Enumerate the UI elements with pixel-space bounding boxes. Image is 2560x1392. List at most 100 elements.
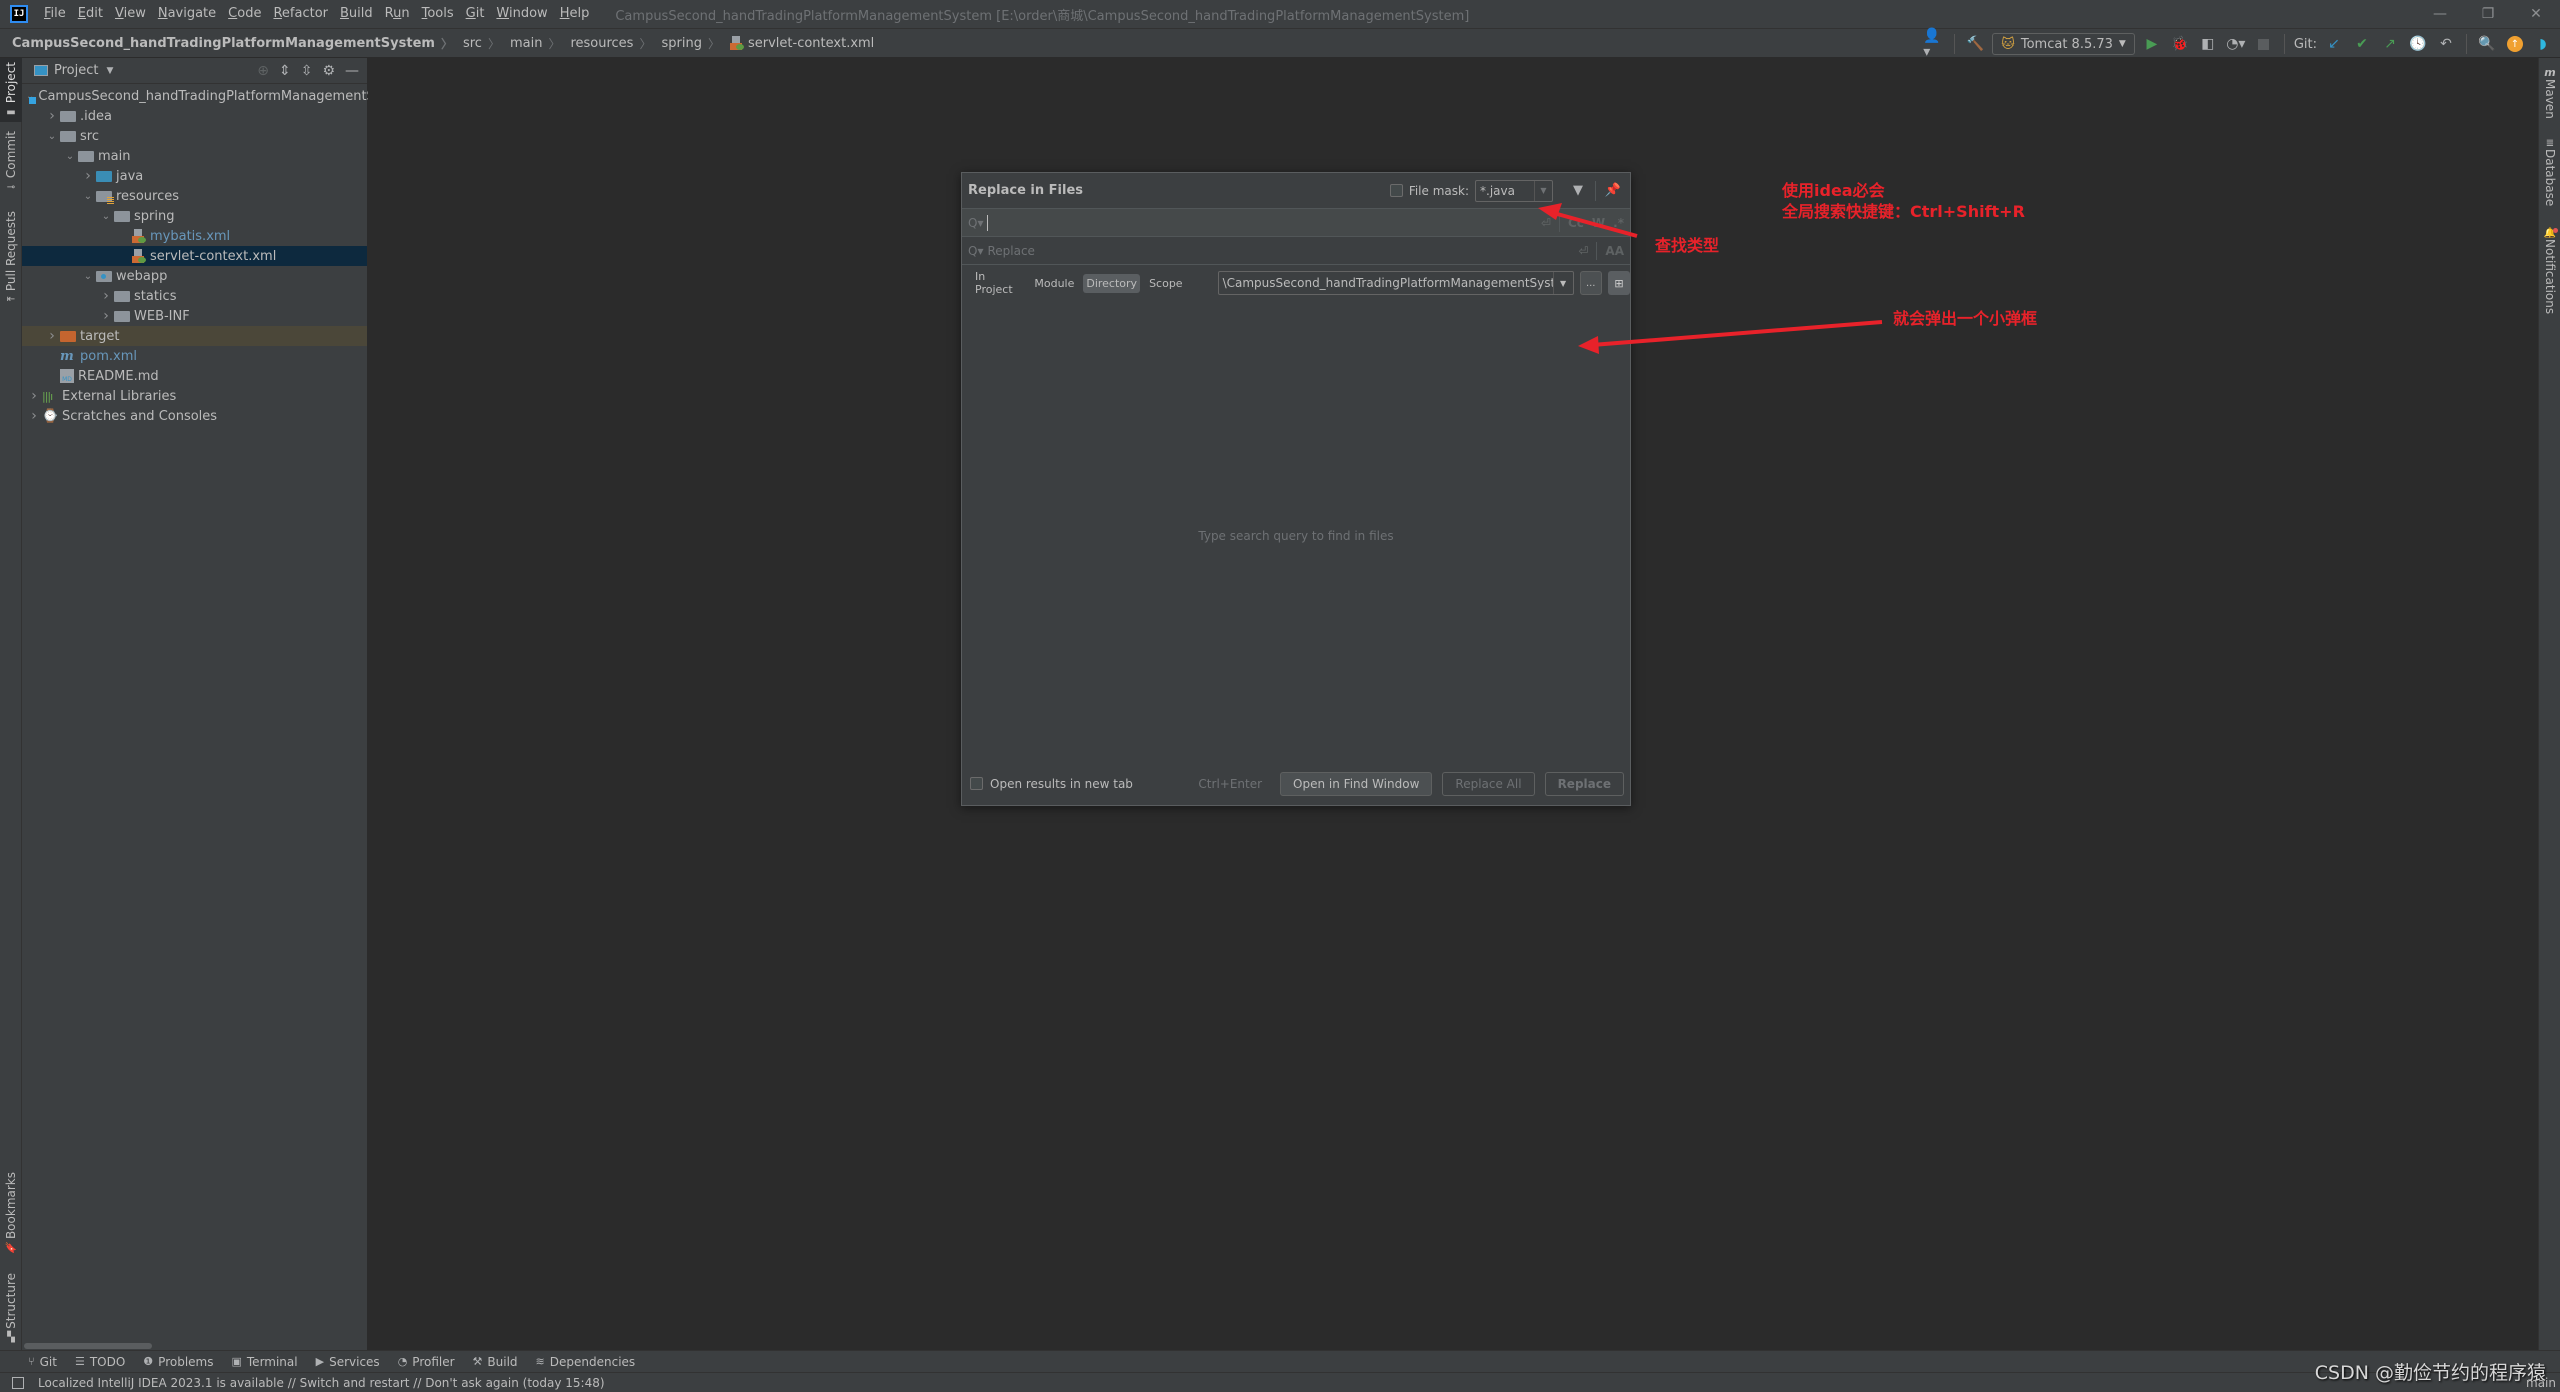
- tool-tab-commit[interactable]: Commit ⊸: [0, 131, 22, 192]
- tool-tab-project[interactable]: Project ▬: [0, 58, 22, 122]
- tree-item[interactable]: ⌄ resources: [22, 186, 367, 206]
- tool-tab-bookmarks[interactable]: Bookmarks 🔖: [0, 1168, 22, 1258]
- replace-all-button[interactable]: Replace All: [1442, 771, 1535, 796]
- profile-icon[interactable]: ◔▾: [2225, 33, 2247, 55]
- chevron-down-icon[interactable]: ⌄: [80, 271, 96, 282]
- chevron-down-icon[interactable]: ▼: [1552, 272, 1573, 294]
- search-history-icon[interactable]: Q▾: [968, 216, 983, 230]
- multiline-toggle-icon[interactable]: ⏎: [1541, 216, 1551, 230]
- menu-code[interactable]: Code: [222, 0, 267, 28]
- preserve-case-toggle[interactable]: AA: [1605, 244, 1624, 258]
- menu-navigate[interactable]: Navigate: [152, 0, 222, 28]
- tool-button-build[interactable]: ⚒ Build: [473, 1355, 518, 1369]
- tool-button-dependencies[interactable]: ≋ Dependencies: [536, 1355, 636, 1369]
- build-hammer-icon[interactable]: 🔨: [1964, 33, 1986, 55]
- scope-tab-module[interactable]: Module: [1031, 274, 1077, 293]
- chevron-right-icon[interactable]: ›: [98, 288, 114, 304]
- tree-item[interactable]: mybatis.xml: [22, 226, 367, 246]
- tool-button-profiler[interactable]: ◔ Profiler: [398, 1355, 455, 1369]
- tree-item[interactable]: MD README.md: [22, 366, 367, 386]
- filter-icon[interactable]: ▼: [1567, 180, 1589, 202]
- tree-item[interactable]: › WEB-INF: [22, 306, 367, 326]
- code-with-me-icon[interactable]: ◗: [2532, 33, 2554, 55]
- menu-git[interactable]: Git: [460, 0, 491, 28]
- stop-icon[interactable]: [2253, 33, 2275, 55]
- tool-tab-pull-requests[interactable]: Pull Requests ⇤: [0, 208, 22, 308]
- tool-button-terminal[interactable]: ▣ Terminal: [231, 1355, 297, 1369]
- recursive-directory-toggle-icon[interactable]: ⊞: [1607, 271, 1630, 295]
- menu-refactor[interactable]: Refactor: [267, 0, 334, 28]
- regex-toggle[interactable]: .*: [1613, 216, 1624, 230]
- coverage-icon[interactable]: ◧: [2197, 33, 2219, 55]
- tool-button-services[interactable]: ▶ Services: [316, 1355, 380, 1369]
- chevron-down-icon[interactable]: ▼: [106, 66, 113, 76]
- scope-tab-scope[interactable]: Scope: [1146, 274, 1186, 293]
- hide-panel-icon[interactable]: —: [345, 63, 359, 79]
- chevron-right-icon[interactable]: ›: [26, 388, 42, 404]
- pin-icon[interactable]: 📌: [1602, 180, 1624, 202]
- gear-icon[interactable]: ⚙: [322, 63, 335, 79]
- file-mask-checkbox[interactable]: [1389, 184, 1403, 197]
- replace-history-icon[interactable]: Q▾: [968, 244, 983, 258]
- menu-tools[interactable]: Tools: [416, 0, 460, 28]
- git-update-icon[interactable]: ↙: [2323, 33, 2345, 55]
- tree-item[interactable]: ⌄ src: [22, 126, 367, 146]
- open-new-tab-checkbox[interactable]: [970, 777, 983, 790]
- menu-view[interactable]: View: [109, 0, 152, 28]
- tree-item[interactable]: › target: [22, 326, 367, 346]
- intellij-logo-icon[interactable]: IJ: [10, 5, 28, 23]
- directory-combo[interactable]: \CampusSecond_handTradingPlatformManagem…: [1217, 271, 1574, 295]
- debug-icon[interactable]: 🐞: [2169, 33, 2191, 55]
- whole-words-toggle[interactable]: W: [1592, 216, 1605, 230]
- rollback-icon[interactable]: ↶: [2435, 33, 2457, 55]
- scope-tab-in-project[interactable]: In Project: [972, 267, 1025, 299]
- menu-window[interactable]: Window: [490, 0, 553, 28]
- chevron-right-icon[interactable]: ›: [98, 308, 114, 324]
- project-view-selector[interactable]: Project: [54, 63, 98, 78]
- status-message[interactable]: Localized IntelliJ IDEA 2023.1 is availa…: [38, 1376, 605, 1390]
- breadcrumb-item[interactable]: src 〉: [453, 35, 500, 52]
- minimize-button[interactable]: —: [2416, 0, 2464, 28]
- breadcrumb-item[interactable]: CampusSecond_handTradingPlatformManageme…: [0, 35, 453, 52]
- search-field[interactable]: Q▾ ⏎ Cc W .*: [962, 209, 1630, 237]
- tree-item[interactable]: ⌄CampusSecond_handTradingPlatformManagem…: [22, 86, 415, 106]
- git-push-icon[interactable]: ↗: [2379, 33, 2401, 55]
- replace-button[interactable]: Replace: [1544, 771, 1624, 796]
- chevron-right-icon[interactable]: ›: [80, 168, 96, 184]
- breadcrumb-item[interactable]: spring 〉: [651, 35, 720, 52]
- tool-button-problems[interactable]: ❶ Problems: [143, 1355, 213, 1369]
- tree-item[interactable]: › java: [22, 166, 367, 186]
- run-configuration-select[interactable]: 🐱 Tomcat 8.5.73 ▼: [1992, 33, 2135, 55]
- menu-build[interactable]: Build: [334, 0, 379, 28]
- tree-item[interactable]: ⌄ webapp: [22, 266, 367, 286]
- horizontal-scrollbar[interactable]: [22, 1342, 368, 1350]
- tree-item[interactable]: ⌄ main: [22, 146, 367, 166]
- file-mask-combo[interactable]: *.java ▼: [1475, 179, 1553, 202]
- collapse-all-icon[interactable]: ⇳: [301, 63, 313, 79]
- tool-tab-structure[interactable]: Structure ▚: [0, 1268, 22, 1348]
- open-in-find-window-button[interactable]: Open in Find Window: [1280, 771, 1433, 796]
- tree-item[interactable]: m pom.xml: [22, 346, 367, 366]
- chevron-down-icon[interactable]: ⌄: [62, 151, 78, 162]
- menu-run[interactable]: Run: [379, 0, 416, 28]
- git-branch-widget[interactable]: main: [2526, 1376, 2556, 1390]
- history-icon[interactable]: 🕓: [2407, 33, 2429, 55]
- menu-edit[interactable]: Edit: [72, 0, 109, 28]
- menu-file[interactable]: File: [38, 0, 72, 28]
- menu-help[interactable]: Help: [554, 0, 596, 28]
- tool-button-todo[interactable]: ☰ TODO: [75, 1355, 125, 1369]
- tree-item[interactable]: servlet-context.xml: [22, 246, 367, 266]
- tree-item[interactable]: ⌄ spring: [22, 206, 367, 226]
- scrollbar-thumb[interactable]: [24, 1343, 152, 1349]
- tool-tab-maven[interactable]: m Maven: [2539, 66, 2560, 119]
- tree-item[interactable]: › .idea: [22, 106, 367, 126]
- replace-field[interactable]: Q▾ Replace ⏎ AA: [962, 237, 1630, 265]
- breadcrumb-item[interactable]: resources 〉: [560, 35, 651, 52]
- chevron-down-icon[interactable]: ⌄: [98, 211, 114, 222]
- breadcrumb-item[interactable]: main 〉: [500, 35, 561, 52]
- tool-tab-notifications[interactable]: 🔔 Notifications: [2539, 228, 2560, 314]
- tree-item[interactable]: › statics: [22, 286, 367, 306]
- match-case-toggle[interactable]: Cc: [1568, 216, 1584, 230]
- browse-directory-button[interactable]: ...: [1579, 271, 1602, 295]
- close-button[interactable]: ✕: [2512, 0, 2560, 28]
